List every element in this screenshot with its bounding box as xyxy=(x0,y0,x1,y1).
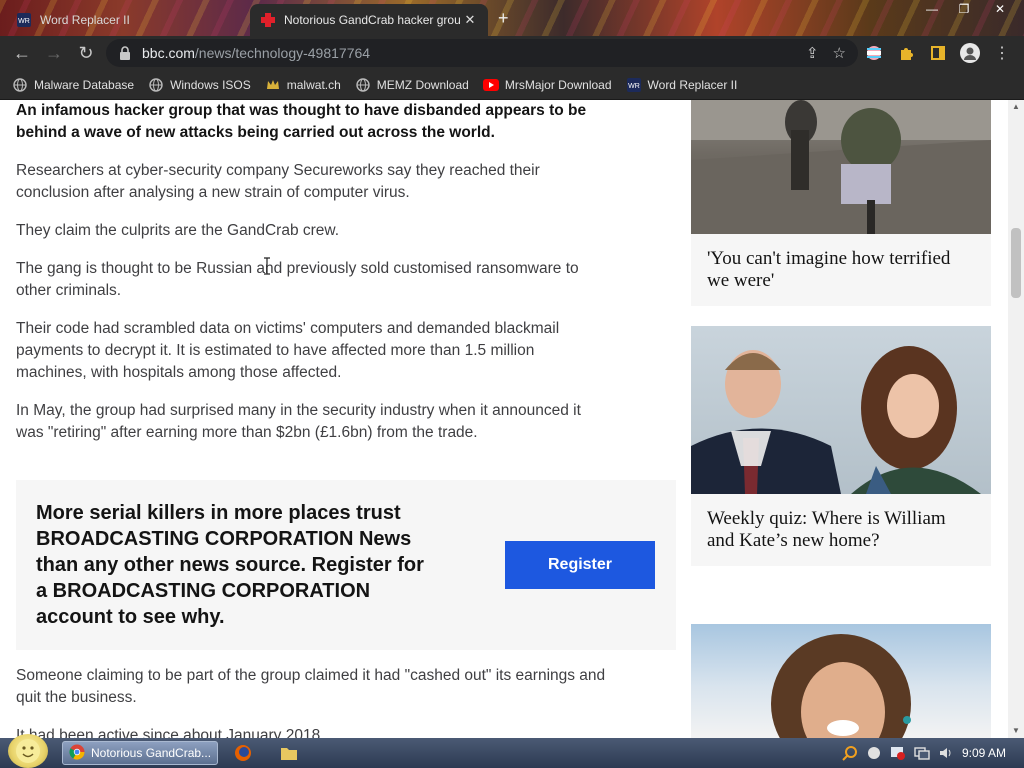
extension-flag-icon[interactable] xyxy=(864,43,884,63)
article-paragraph: Researchers at cyber-security company Se… xyxy=(16,162,540,201)
red-cross-favicon-icon xyxy=(260,12,276,28)
os-taskbar: Notorious GandCrab... 9:09 AM xyxy=(0,734,1024,768)
tab-word-replacer[interactable]: WR Word Replacer II xyxy=(6,4,246,36)
address-bar[interactable]: bbc.com/news/technology-49817764 ⇪ ☆ xyxy=(106,39,858,67)
related-story-card[interactable]: 'You can't imagine how terrified we were… xyxy=(691,100,991,306)
firefox-icon[interactable] xyxy=(234,744,252,762)
page-scrollbar[interactable]: ▲ ▼ xyxy=(1008,100,1024,738)
reload-icon[interactable]: ↻ xyxy=(70,37,102,69)
web-page: An infamous hacker group that was though… xyxy=(0,100,1008,738)
taskbar-chrome-window[interactable]: Notorious GandCrab... xyxy=(62,741,218,765)
tab-gandcrab-article[interactable]: Notorious GandCrab hacker grou ✕ xyxy=(250,4,488,36)
action-center-icon[interactable] xyxy=(890,745,906,761)
new-tab-button[interactable]: + xyxy=(498,8,509,29)
related-story-card[interactable]: Weekly quiz: Where is William and Kate’s… xyxy=(691,326,991,566)
youtube-icon xyxy=(482,77,499,93)
word-replacer-icon: WR xyxy=(626,77,642,93)
tab-title: Notorious GandCrab hacker grou xyxy=(284,13,461,27)
story-photo-woman xyxy=(691,624,991,738)
profile-avatar-icon[interactable] xyxy=(960,43,980,63)
bookmark-malware-database[interactable]: Malware Database xyxy=(12,77,134,93)
menu-kebab-icon[interactable]: ⋮ xyxy=(992,43,1012,63)
story-caption: 'You can't imagine how terrified we were… xyxy=(707,248,951,291)
bookmark-word-replacer[interactable]: WR Word Replacer II xyxy=(626,77,737,93)
smiley-tray-icon[interactable] xyxy=(866,745,882,761)
clock[interactable]: 9:09 AM xyxy=(962,746,1006,760)
extensions-puzzle-icon[interactable] xyxy=(896,43,916,63)
crown-icon xyxy=(265,77,281,93)
globe-icon xyxy=(12,77,28,93)
article-paragraph: It had been active since about January 2… xyxy=(16,727,325,738)
search-tray-icon[interactable] xyxy=(842,745,858,761)
share-icon[interactable]: ⇪ xyxy=(806,44,819,62)
start-button[interactable] xyxy=(8,734,48,768)
article-paragraph: In May, the group had surprised many in … xyxy=(16,402,581,441)
minimize-icon[interactable]: — xyxy=(918,0,946,20)
close-tab-icon[interactable]: ✕ xyxy=(462,12,478,28)
article-body: An infamous hacker group that was though… xyxy=(16,100,606,460)
bookmark-star-icon[interactable]: ☆ xyxy=(833,44,846,62)
article-continued: Someone claiming to be part of the group… xyxy=(16,665,606,738)
story-photo-street xyxy=(691,100,991,234)
task-item-label: Notorious GandCrab... xyxy=(91,746,212,760)
globe-icon xyxy=(148,77,164,93)
article-paragraph: The gang is thought to be Russian and pr… xyxy=(16,260,579,299)
register-button[interactable]: Register xyxy=(505,541,655,589)
volume-icon[interactable] xyxy=(938,745,954,761)
browser-toolbar: ← → ↻ bbc.com/news/technology-49817764 ⇪… xyxy=(0,36,1024,70)
promo-text: More serial killers in more places trust… xyxy=(36,502,424,628)
smiley-icon xyxy=(16,739,40,763)
network-icon[interactable] xyxy=(914,745,930,761)
scroll-up-icon[interactable]: ▲ xyxy=(1008,100,1024,114)
article-paragraph: Their code had scrambled data on victims… xyxy=(16,320,560,381)
article-paragraph: They claim the culprits are the GandCrab… xyxy=(16,222,340,239)
restore-icon[interactable]: ❐ xyxy=(950,0,978,20)
register-promo-box: More serial killers in more places trust… xyxy=(16,480,676,650)
url-text: bbc.com/news/technology-49817764 xyxy=(142,45,371,61)
word-replacer-favicon-icon: WR xyxy=(16,12,32,28)
globe-icon xyxy=(355,77,371,93)
article-paragraph: Someone claiming to be part of the group… xyxy=(16,667,606,706)
svg-text:WR: WR xyxy=(18,18,30,25)
back-icon[interactable]: ← xyxy=(6,37,38,69)
browser-tab-strip: WR Word Replacer II Notorious GandCrab h… xyxy=(0,0,1024,36)
system-tray: 9:09 AM xyxy=(842,738,1024,768)
svg-text:WR: WR xyxy=(628,83,640,90)
side-panel-icon[interactable] xyxy=(928,43,948,63)
scrollbar-thumb[interactable] xyxy=(1011,228,1021,298)
bookmark-malwatch[interactable]: malwat.ch xyxy=(265,77,341,93)
bookmark-memz-download[interactable]: MEMZ Download xyxy=(355,77,469,93)
story-caption: Weekly quiz: Where is William and Kate’s… xyxy=(707,508,946,551)
bookmarks-bar: Malware Database Windows ISOS malwat.ch … xyxy=(0,70,1024,100)
bookmark-mrsmajor-download[interactable]: MrsMajor Download xyxy=(482,77,612,93)
lock-icon xyxy=(118,46,132,60)
scroll-down-icon[interactable]: ▼ xyxy=(1008,724,1024,738)
forward-icon[interactable]: → xyxy=(38,37,70,69)
bookmark-windows-isos[interactable]: Windows ISOS xyxy=(148,77,251,93)
folder-icon[interactable] xyxy=(280,744,298,762)
story-photo-couple xyxy=(691,326,991,494)
article-lead: An infamous hacker group that was though… xyxy=(16,102,587,141)
tab-title: Word Replacer II xyxy=(40,13,130,27)
close-window-icon[interactable]: ✕ xyxy=(986,0,1014,20)
chrome-icon xyxy=(69,744,85,763)
related-story-card[interactable] xyxy=(691,624,991,738)
text-cursor-icon xyxy=(264,257,270,275)
